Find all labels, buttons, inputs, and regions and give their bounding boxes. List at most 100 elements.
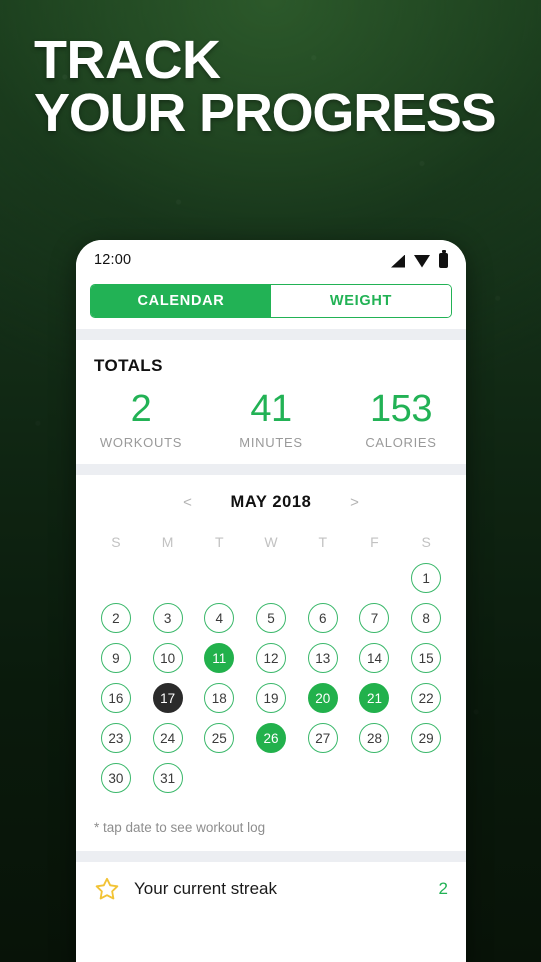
battery-icon: [439, 250, 448, 268]
calendar-cell: 4: [193, 603, 245, 633]
calendar-day-21[interactable]: 21: [359, 683, 390, 713]
totals-row: 2 WORKOUTS 41 MINUTES 153 CALORIES: [76, 390, 466, 450]
tab-bar: CALENDAR WEIGHT: [90, 284, 452, 318]
total-workouts-value: 2: [130, 388, 152, 430]
calendar-month-label: MAY 2018: [230, 493, 312, 511]
calendar-cell: 12: [245, 643, 297, 673]
calendar-week-row: 1: [76, 558, 466, 598]
streak-value: 2: [438, 879, 448, 898]
calendar-day-31[interactable]: 31: [152, 763, 183, 793]
prev-month-button[interactable]: <: [181, 494, 195, 511]
calendar-day-3[interactable]: 3: [152, 603, 183, 633]
calendar-day-7[interactable]: 7: [359, 603, 390, 633]
calendar-cell: 29: [400, 723, 452, 753]
calendar-cell: 11: [193, 643, 245, 673]
calendar-week-row: 9 10 11 12 13 14 15: [76, 638, 466, 678]
promo-headline: TRACK YOUR PROGRESS: [34, 33, 524, 140]
calendar-day-22[interactable]: 22: [411, 683, 442, 713]
calendar-cell: 30: [90, 763, 142, 793]
calendar-note: * tap date to see workout log: [76, 798, 466, 851]
calendar-day-20[interactable]: 20: [307, 683, 338, 713]
calendar-cell: [193, 763, 245, 793]
calendar-day-19[interactable]: 19: [256, 683, 287, 713]
calendar-cell: 5: [245, 603, 297, 633]
calendar-cell: 31: [142, 763, 194, 793]
calendar-day-28[interactable]: 28: [359, 723, 390, 753]
calendar-day-14[interactable]: 14: [359, 643, 390, 673]
dow-mon: M: [161, 534, 174, 550]
calendar-day-29[interactable]: 29: [411, 723, 442, 753]
dow-tue: T: [215, 534, 224, 550]
calendar-cell: 3: [142, 603, 194, 633]
calendar-day-8[interactable]: 8: [411, 603, 442, 633]
phone-mockup: 12:00 CALENDAR WEIGHT TOTALS 2 WORKOUTS …: [76, 240, 466, 962]
calendar-day-13[interactable]: 13: [307, 643, 338, 673]
calendar-cell: 25: [193, 723, 245, 753]
calendar-day-24[interactable]: 24: [152, 723, 183, 753]
calendar-day-6[interactable]: 6: [307, 603, 338, 633]
streak-row[interactable]: Your current streak 2: [76, 862, 466, 902]
calendar-cell: 8: [400, 603, 452, 633]
total-minutes-label: MINUTES: [239, 435, 303, 450]
status-bar: 12:00: [76, 240, 466, 280]
total-minutes-value: 41: [250, 388, 292, 430]
calendar-day-25[interactable]: 25: [204, 723, 235, 753]
calendar-day-12[interactable]: 12: [256, 643, 287, 673]
calendar-week-row: 16 17 18 19 20 21 22: [76, 678, 466, 718]
calendar-cell: 21: [349, 683, 401, 713]
signal-icon: [391, 254, 405, 268]
section-divider-top: [76, 329, 466, 340]
calendar-day-30[interactable]: 30: [100, 763, 131, 793]
total-minutes: 41 MINUTES: [206, 390, 336, 450]
calendar-cell: 19: [245, 683, 297, 713]
calendar-cell: 24: [142, 723, 194, 753]
calendar-cell: [297, 563, 349, 593]
calendar-day-17[interactable]: 17: [152, 683, 183, 713]
calendar-day-18[interactable]: 18: [204, 683, 235, 713]
calendar-day-26[interactable]: 26: [256, 723, 287, 753]
calendar-cell: [90, 563, 142, 593]
calendar-cell: 1: [400, 563, 452, 593]
section-divider-bottom: [76, 851, 466, 862]
dow-fri: F: [370, 534, 379, 550]
calendar-day-empty: [359, 563, 389, 593]
calendar-grid: 1 2 3 4 5 6 7 8 9 10 11 12 13 14 15 16 17 18 19 20 21 22 23 24 2…: [76, 558, 466, 798]
dow-wed: W: [264, 534, 278, 550]
tab-calendar[interactable]: CALENDAR: [91, 285, 271, 317]
total-workouts: 2 WORKOUTS: [76, 390, 206, 450]
calendar-day-empty: [204, 763, 234, 793]
dow-sun: S: [111, 534, 121, 550]
calendar-day-empty: [153, 563, 183, 593]
calendar-day-1[interactable]: 1: [411, 563, 442, 593]
calendar-day-4[interactable]: 4: [204, 603, 235, 633]
calendar-day-11[interactable]: 11: [204, 643, 235, 673]
next-month-button[interactable]: >: [347, 494, 361, 511]
calendar-cell: 22: [400, 683, 452, 713]
calendar-day-2[interactable]: 2: [100, 603, 131, 633]
calendar-day-9[interactable]: 9: [100, 643, 131, 673]
calendar-section: < MAY 2018 > S M T W T F S 1 2 3 4 5 6 7 8 9 10 11…: [76, 475, 466, 851]
calendar-week-row: 2345678: [76, 598, 466, 638]
calendar-day-27[interactable]: 27: [307, 723, 338, 753]
calendar-day-23[interactable]: 23: [100, 723, 131, 753]
day-of-week-header: S M T W T F S: [76, 534, 466, 550]
calendar-week-row: 30 31: [76, 758, 466, 798]
calendar-day-10[interactable]: 10: [152, 643, 183, 673]
calendar-day-15[interactable]: 15: [411, 643, 442, 673]
calendar-cell: [193, 563, 245, 593]
calendar-day-5[interactable]: 5: [256, 603, 287, 633]
calendar-cell: 16: [90, 683, 142, 713]
calendar-cell: 27: [297, 723, 349, 753]
status-bar-time: 12:00: [94, 252, 132, 268]
calendar-cell: [349, 763, 401, 793]
tab-weight[interactable]: WEIGHT: [271, 285, 451, 317]
calendar-header: < MAY 2018 >: [76, 493, 466, 512]
calendar-cell: [245, 563, 297, 593]
calendar-day-empty: [308, 563, 338, 593]
calendar-day-16[interactable]: 16: [100, 683, 131, 713]
calendar-cell: 17: [142, 683, 194, 713]
totals-section: TOTALS 2 WORKOUTS 41 MINUTES 153 CALORIE…: [76, 340, 466, 464]
calendar-day-empty: [256, 763, 286, 793]
calendar-cell: [400, 763, 452, 793]
calendar-cell: [349, 563, 401, 593]
